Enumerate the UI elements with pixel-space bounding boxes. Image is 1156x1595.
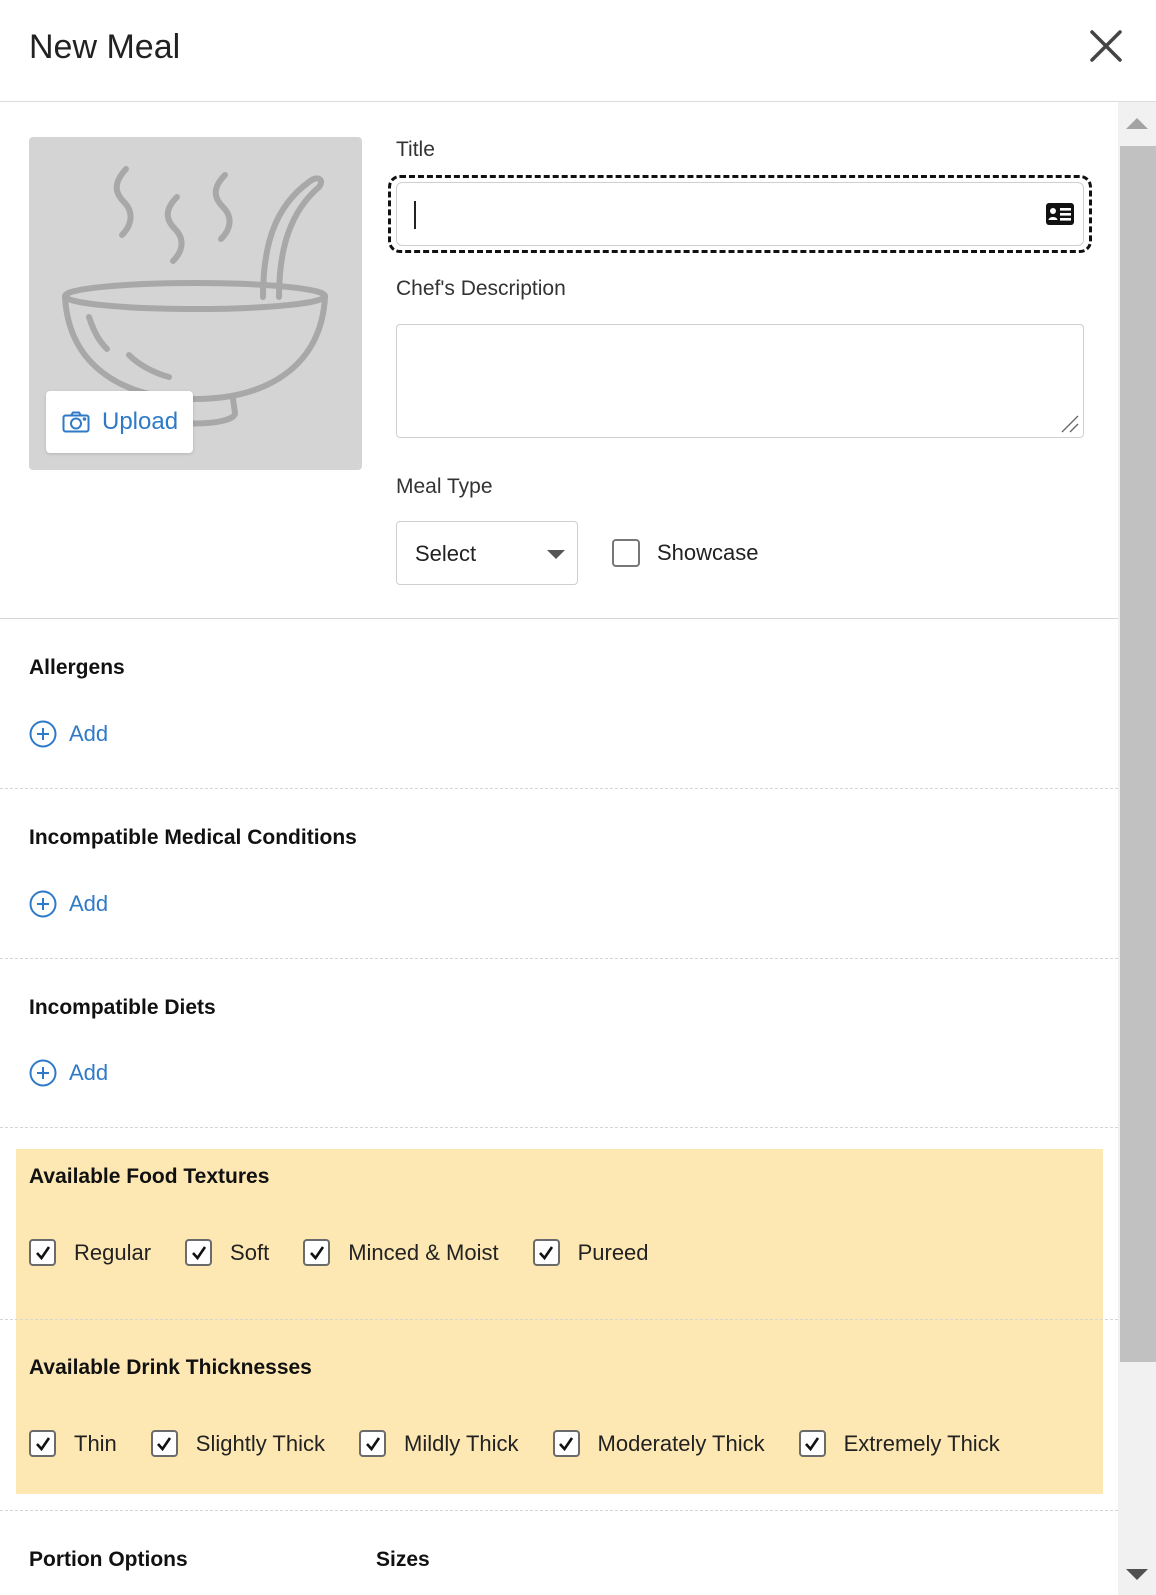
dialog-body: Upload Title Chef's Description Meal Typ… [0, 102, 1118, 1595]
upload-button[interactable]: Upload [46, 391, 193, 453]
meal-type-select[interactable]: Select [396, 521, 578, 585]
title-input[interactable] [396, 182, 1084, 246]
meal-photo: Upload [29, 137, 362, 470]
check-icon[interactable] [303, 1239, 331, 1266]
texture-soft-checkbox[interactable]: Soft [185, 1239, 269, 1266]
sizes-title: Sizes [376, 1548, 430, 1571]
food-textures-title: Available Food Textures [29, 1165, 270, 1188]
check-icon[interactable] [359, 1430, 386, 1457]
check-icon[interactable] [29, 1430, 56, 1457]
thickness-extremely-thick-checkbox[interactable]: Extremely Thick [798, 1430, 1000, 1457]
scroll-down-icon[interactable] [1126, 1569, 1148, 1580]
showcase-label: Showcase [657, 540, 759, 565]
checkbox-label: Moderately Thick [597, 1430, 765, 1456]
check-icon[interactable] [29, 1239, 56, 1266]
checkbox-label: Soft [230, 1239, 270, 1265]
camera-icon [62, 411, 90, 433]
checkbox-label: Thin [74, 1430, 117, 1456]
texture-pureed-checkbox[interactable]: Pureed [532, 1239, 649, 1266]
scroll-up-icon[interactable] [1126, 118, 1148, 129]
add-label: Add [69, 721, 109, 746]
thickness-slightly-thick-checkbox[interactable]: Slightly Thick [150, 1430, 325, 1457]
meal-type-label: Meal Type [396, 475, 493, 498]
check-icon[interactable] [185, 1239, 213, 1266]
thickness-moderately-thick-checkbox[interactable]: Moderately Thick [552, 1430, 765, 1457]
title-label: Title [396, 138, 435, 161]
add-allergen-button[interactable]: Add [29, 720, 108, 748]
upload-label: Upload [102, 408, 179, 435]
add-circle-icon [29, 720, 57, 748]
checkbox-box[interactable] [612, 539, 640, 567]
scrollbar-thumb[interactable] [1120, 146, 1156, 1362]
diets-title: Incompatible Diets [29, 996, 216, 1019]
add-circle-icon [29, 890, 57, 918]
divider [0, 618, 1118, 619]
checkbox-label: Minced & Moist [348, 1239, 499, 1265]
chevron-down-icon [547, 550, 565, 559]
drink-thickness-panel [16, 1320, 1103, 1494]
thickness-thin-checkbox[interactable]: Thin [29, 1430, 117, 1457]
thickness-mildly-thick-checkbox[interactable]: Mildly Thick [359, 1430, 519, 1457]
add-label: Add [69, 1060, 109, 1085]
description-textarea[interactable] [396, 324, 1084, 438]
dialog-header: New Meal [0, 0, 1156, 102]
check-icon[interactable] [150, 1430, 178, 1457]
showcase-checkbox[interactable]: Showcase [612, 539, 759, 567]
contact-card-icon[interactable] [1046, 203, 1074, 230]
food-textures-list: Regular Soft Minced & Moist Pureed [29, 1239, 683, 1266]
close-icon[interactable] [1088, 28, 1124, 64]
checkbox-label: Mildly Thick [404, 1430, 519, 1456]
check-icon[interactable] [798, 1430, 826, 1457]
medical-conditions-title: Incompatible Medical Conditions [29, 826, 357, 849]
texture-minced-moist-checkbox[interactable]: Minced & Moist [303, 1239, 499, 1266]
checkbox-label: Extremely Thick [843, 1430, 1000, 1456]
vertical-scrollbar[interactable] [1118, 102, 1156, 1595]
checkbox-label: Slightly Thick [195, 1430, 325, 1456]
drink-thickness-list: Thin Slightly Thick Mildly Thick Moderat… [29, 1430, 1034, 1457]
meal-type-value: Select [415, 541, 477, 566]
divider [0, 1510, 1118, 1511]
portion-options-title: Portion Options [29, 1548, 188, 1571]
checkbox-label: Pureed [577, 1239, 649, 1265]
text-caret [414, 201, 416, 229]
resize-handle-icon[interactable] [1058, 412, 1080, 434]
check-icon[interactable] [532, 1239, 560, 1266]
texture-regular-checkbox[interactable]: Regular [29, 1239, 151, 1266]
add-medical-condition-button[interactable]: Add [29, 890, 108, 918]
add-diet-button[interactable]: Add [29, 1059, 108, 1087]
check-icon[interactable] [552, 1430, 580, 1457]
allergens-title: Allergens [29, 656, 125, 679]
drink-thickness-title: Available Drink Thicknesses [29, 1356, 312, 1379]
description-label: Chef's Description [396, 277, 566, 300]
checkbox-label: Regular [74, 1239, 152, 1265]
add-label: Add [69, 891, 109, 916]
dialog-title: New Meal [29, 28, 181, 66]
divider [0, 958, 1118, 959]
add-circle-icon [29, 1059, 57, 1087]
divider [0, 1127, 1118, 1128]
divider [0, 788, 1118, 789]
